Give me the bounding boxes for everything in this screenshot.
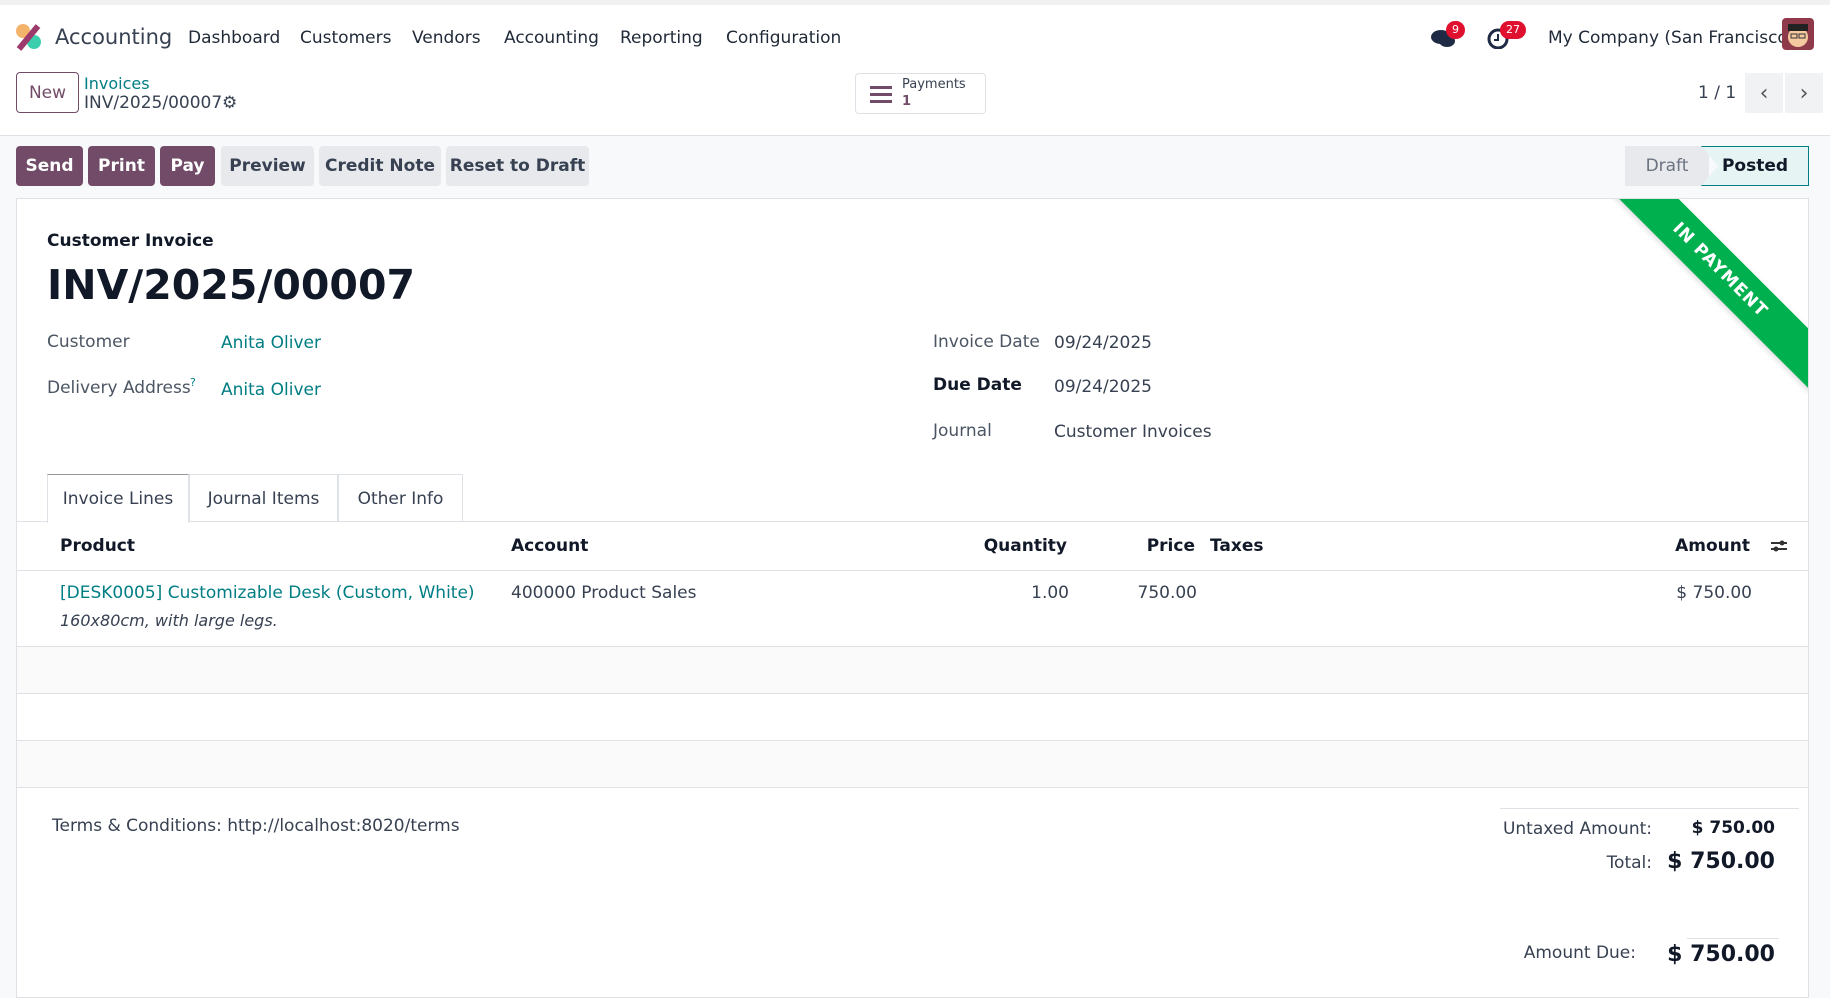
activities-button[interactable]: 27 <box>1486 21 1526 51</box>
untaxed-amount-label: Untaxed Amount: <box>1502 819 1652 839</box>
reset-to-draft-button[interactable]: Reset to Draft <box>446 146 589 186</box>
journal-label: Journal <box>933 421 992 441</box>
due-date-label: Due Date <box>933 375 1022 395</box>
top-navbar: Accounting Dashboard Customers Vendors A… <box>0 0 1830 68</box>
menu-vendors[interactable]: Vendors <box>412 28 481 48</box>
pager-next-button[interactable]: › <box>1785 73 1823 113</box>
bars-icon <box>870 86 892 103</box>
column-settings-sliders-icon[interactable] <box>1769 537 1789 555</box>
col-account[interactable]: Account <box>511 536 588 556</box>
help-tooltip-icon[interactable]: ? <box>190 376 196 389</box>
empty-row <box>17 647 1808 694</box>
invoice-number: INV/2025/00007 <box>47 261 415 309</box>
col-taxes[interactable]: Taxes <box>1210 536 1264 556</box>
invoice-form-sheet: IN PAYMENT Customer Invoice INV/2025/000… <box>16 198 1809 998</box>
line-price: 750.00 <box>1137 583 1197 603</box>
print-button[interactable]: Print <box>88 146 155 186</box>
customer-field[interactable]: Anita Oliver <box>221 333 321 353</box>
user-avatar[interactable] <box>1782 18 1814 50</box>
in-payment-ribbon: IN PAYMENT <box>1599 199 1808 391</box>
customer-label: Customer <box>47 332 130 352</box>
accounting-app-logo-icon <box>16 24 41 51</box>
company-switcher[interactable]: My Company (San Francisco) <box>1548 28 1794 48</box>
journal-field[interactable]: Customer Invoices <box>1054 422 1212 442</box>
menu-reporting[interactable]: Reporting <box>620 28 703 48</box>
invoice-date-field[interactable]: 09/24/2025 <box>1054 333 1152 353</box>
delivery-address-field[interactable]: Anita Oliver <box>221 380 321 400</box>
line-account: 400000 Product Sales <box>511 583 697 603</box>
breadcrumb-current: INV/2025/00007 <box>84 93 223 113</box>
app-name[interactable]: Accounting <box>55 25 172 49</box>
untaxed-amount-value: $ 750.00 <box>1691 818 1775 838</box>
table-row[interactable]: [DESK0005] Customizable Desk (Custom, Wh… <box>17 571 1808 647</box>
col-quantity[interactable]: Quantity <box>984 536 1067 556</box>
invoice-date-label: Invoice Date <box>933 332 1040 352</box>
avatar-face-icon <box>1788 24 1808 47</box>
empty-row <box>17 741 1808 788</box>
pay-button[interactable]: Pay <box>160 146 215 186</box>
col-product[interactable]: Product <box>60 536 135 556</box>
credit-note-button[interactable]: Credit Note <box>319 146 441 186</box>
amount-due-value: $ 750.00 <box>1667 942 1775 967</box>
line-description: 160x80cm, with large legs. <box>60 611 278 630</box>
amount-due-label: Amount Due: <box>1523 943 1636 963</box>
preview-button[interactable]: Preview <box>221 146 314 186</box>
menu-configuration[interactable]: Configuration <box>726 28 841 48</box>
breadcrumb-invoices[interactable]: Invoices <box>84 74 150 93</box>
total-value: $ 750.00 <box>1667 849 1775 874</box>
send-button[interactable]: Send <box>16 146 83 186</box>
pager-value: 1 / 1 <box>1698 83 1737 103</box>
activities-badge: 27 <box>1500 21 1526 39</box>
status-posted: Posted <box>1701 146 1809 186</box>
tab-journal-items[interactable]: Journal Items <box>189 474 338 522</box>
menu-dashboard[interactable]: Dashboard <box>188 28 280 48</box>
tab-invoice-lines[interactable]: Invoice Lines <box>47 474 189 523</box>
delivery-address-label: Delivery Address <box>47 378 191 398</box>
col-price[interactable]: Price <box>1147 536 1195 556</box>
line-quantity: 1.00 <box>1031 583 1069 603</box>
line-product[interactable]: [DESK0005] Customizable Desk (Custom, Wh… <box>60 583 475 603</box>
col-amount[interactable]: Amount <box>1675 536 1750 556</box>
payments-count: 1 <box>902 94 912 109</box>
invoice-type: Customer Invoice <box>47 231 214 251</box>
chevron-left-icon: ‹ <box>1759 80 1769 106</box>
payments-label: Payments <box>902 77 966 92</box>
menu-customers[interactable]: Customers <box>300 28 391 48</box>
messages-button[interactable]: 9 <box>1430 21 1465 51</box>
payments-smart-button[interactable]: Payments 1 <box>855 73 986 114</box>
terms-and-conditions: Terms & Conditions: http://localhost:802… <box>52 816 460 836</box>
empty-row <box>17 694 1808 741</box>
pager-previous-button[interactable]: ‹ <box>1745 73 1783 113</box>
chevron-right-icon: › <box>1799 80 1809 106</box>
gear-icon[interactable]: ⚙ <box>222 93 237 113</box>
tab-other-info[interactable]: Other Info <box>338 474 463 522</box>
messages-badge: 9 <box>1446 21 1465 39</box>
new-button[interactable]: New <box>16 72 79 113</box>
line-amount: $ 750.00 <box>1676 583 1752 603</box>
control-panel: New Invoices INV/2025/00007 ⚙ Payments 1… <box>0 68 1830 136</box>
menu-accounting[interactable]: Accounting <box>504 28 599 48</box>
status-draft[interactable]: Draft <box>1625 146 1709 186</box>
total-label: Total: <box>1606 853 1652 873</box>
due-date-field[interactable]: 09/24/2025 <box>1054 377 1152 397</box>
